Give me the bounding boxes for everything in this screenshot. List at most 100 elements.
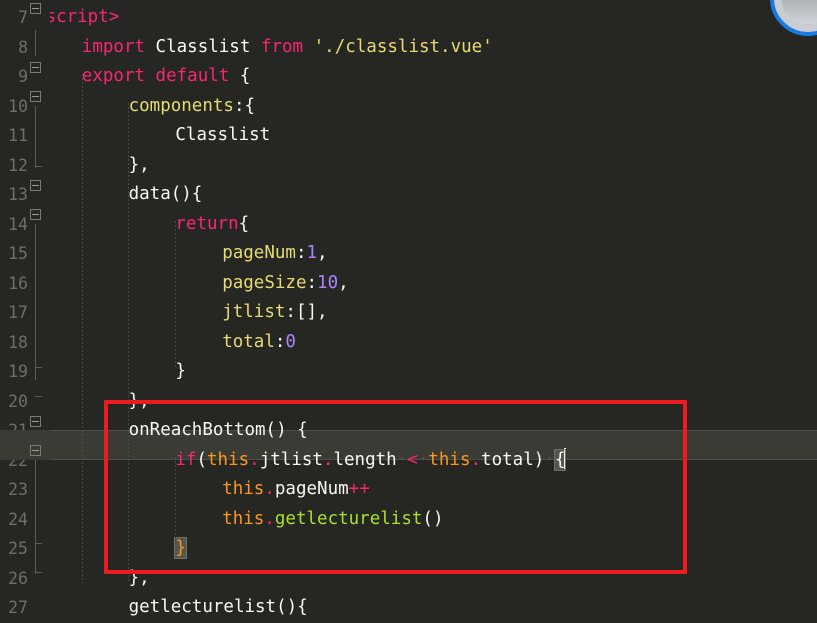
code-token: onReachBottom() { <box>128 420 308 440</box>
code-token: this <box>207 449 250 470</box>
code-token: } <box>175 361 186 381</box>
code-token: from <box>260 36 304 57</box>
code-line[interactable]: if(this.jtlist.length·<·this.total)·{ <box>0 446 817 476</box>
code-token: ) <box>533 449 545 470</box>
line-number: 27 <box>8 598 28 617</box>
code-content[interactable]: <script> import Classlist from './classli… <box>0 0 817 617</box>
code-token: total <box>222 331 275 352</box>
fold-marker[interactable] <box>30 180 41 191</box>
code-line[interactable]: data(){ <box>0 180 817 210</box>
gutter-marks[interactable] <box>0 0 50 583</box>
code-token: this <box>222 508 265 529</box>
code-token: { <box>238 213 250 234</box>
code-token: }, <box>128 390 150 411</box>
code-token: 10 <box>317 272 339 293</box>
code-line[interactable]: pageNum:1, <box>0 239 817 269</box>
code-token: jtlist <box>259 449 323 470</box>
code-line[interactable]: pageSize:10, <box>0 269 817 299</box>
code-line[interactable]: return{ <box>0 210 817 240</box>
code-token: }, <box>128 154 150 175</box>
code-token: : <box>306 272 318 293</box>
code-line[interactable]: <script> <box>0 3 817 33</box>
fold-marker[interactable] <box>30 416 41 427</box>
fold-region-end <box>35 543 42 544</box>
code-token: export default <box>81 66 230 86</box>
code-token: () <box>422 508 444 529</box>
code-token: :[], <box>285 302 328 322</box>
indent-guide <box>175 457 176 545</box>
code-line[interactable]: import Classlist from './classlist.vue' <box>0 33 817 63</box>
code-editor[interactable]: <script> import Classlist from './classli… <box>0 0 817 617</box>
code-line[interactable]: jtlist:[], <box>0 298 817 328</box>
fold-marker[interactable] <box>30 62 41 73</box>
circular-overlay-icon[interactable] <box>770 0 817 40</box>
fold-region-line <box>35 224 36 380</box>
code-token: . <box>249 449 260 470</box>
code-token: components <box>128 95 234 116</box>
code-token: }, <box>128 567 150 588</box>
code-token: './classlist.vue' <box>313 36 493 57</box>
code-token: length <box>333 449 397 470</box>
code-token: < <box>407 449 418 470</box>
code-token: total <box>481 449 534 470</box>
code-token: ++ <box>348 479 370 499</box>
fold-marker[interactable] <box>30 445 41 456</box>
code-token: . <box>322 449 334 470</box>
indent-guide <box>128 103 129 583</box>
text-cursor <box>564 447 567 469</box>
fold-region-end <box>35 572 42 573</box>
fold-region-end <box>35 396 42 397</box>
code-token: data(){ <box>128 184 203 204</box>
code-line[interactable]: onReachBottom() { <box>0 416 817 446</box>
code-token: · <box>544 449 555 470</box>
code-token: . <box>470 449 482 470</box>
code-token: ( <box>196 449 208 470</box>
code-token: pageNum <box>222 243 296 263</box>
code-token: this <box>222 479 265 499</box>
code-line[interactable]: }, <box>0 151 817 181</box>
code-line[interactable]: } <box>0 534 817 564</box>
code-token: getlecturelist <box>274 508 423 529</box>
code-line[interactable]: export default { <box>0 62 817 92</box>
code-line[interactable]: } <box>0 357 817 387</box>
code-token: 0 <box>285 331 296 352</box>
code-token: getlecturelist(){ <box>128 597 308 617</box>
fold-region-end <box>35 367 42 368</box>
code-token: { <box>229 66 251 86</box>
code-line[interactable]: this.pageNum++ <box>0 475 817 505</box>
fold-region-line <box>35 460 36 574</box>
code-token: : <box>274 331 286 352</box>
indent-guide <box>175 221 176 368</box>
code-token: Classlist <box>175 125 271 145</box>
code-token: Classlist <box>145 36 261 57</box>
code-token: · <box>417 449 429 470</box>
fold-marker[interactable] <box>30 209 41 220</box>
code-token: , <box>317 243 328 263</box>
fold-marker[interactable] <box>30 91 41 102</box>
indent-guide <box>82 74 83 583</box>
fold-region-line <box>35 106 36 168</box>
code-line[interactable]: Classlist <box>0 121 817 151</box>
code-token: · <box>396 449 408 470</box>
fold-region-end <box>35 166 42 167</box>
fold-marker[interactable] <box>30 3 41 14</box>
code-token: pageNum <box>274 479 349 499</box>
code-token: : <box>295 243 307 263</box>
fold-region-line <box>35 30 36 56</box>
code-line[interactable]: }, <box>0 387 817 417</box>
code-token: return <box>175 213 239 234</box>
code-line[interactable]: getlecturelist(){ <box>0 593 817 623</box>
code-line[interactable]: components:{ <box>0 92 817 122</box>
code-token: jtlist <box>222 302 286 322</box>
code-token: . <box>264 508 275 529</box>
code-token: . <box>264 479 275 499</box>
code-line[interactable]: total:0 <box>0 328 817 358</box>
code-token: , <box>338 272 349 293</box>
code-token: import <box>81 36 146 57</box>
code-line[interactable]: this.getlecturelist() <box>0 505 817 535</box>
code-token: if <box>175 449 197 470</box>
brace-match-close: } <box>174 537 187 559</box>
code-line[interactable]: }, <box>0 564 817 594</box>
code-token: this <box>428 449 471 470</box>
